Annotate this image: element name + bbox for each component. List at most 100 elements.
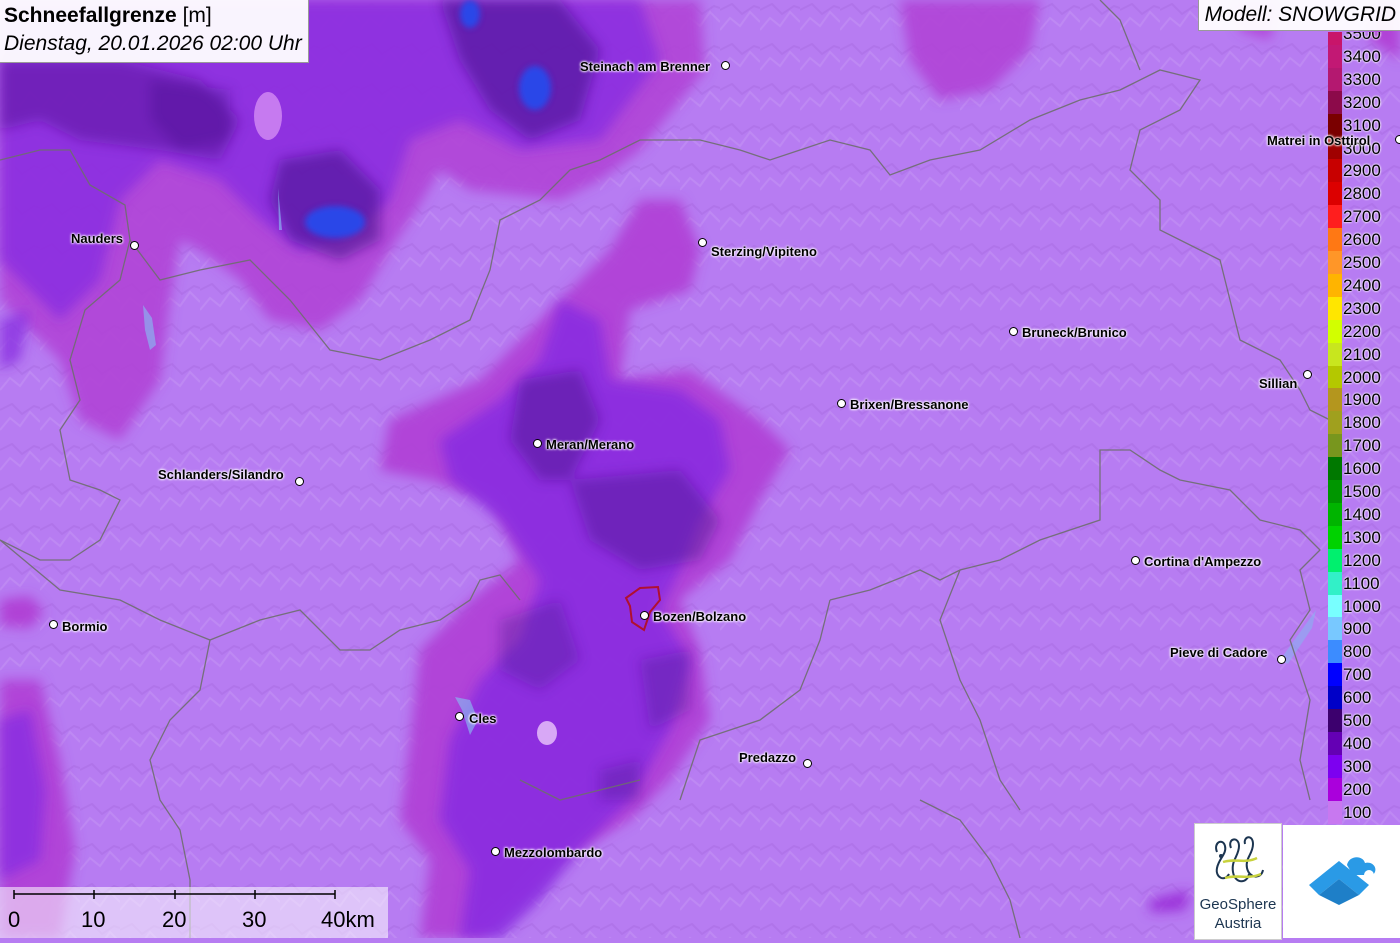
legend-swatch — [1328, 548, 1342, 572]
city-meran-label: Meran/Merano — [546, 437, 635, 452]
legend-value: 2300 — [1343, 298, 1381, 318]
legend-swatch — [1328, 502, 1342, 526]
legend-swatch — [1328, 594, 1342, 618]
city-pieve-marker[interactable] — [1277, 655, 1286, 664]
city-cles-marker[interactable] — [455, 712, 464, 721]
city-brixen-label: Brixen/Bressanone — [850, 397, 969, 412]
legend-swatch — [1328, 663, 1342, 687]
city-nauders-label: Nauders — [71, 231, 124, 246]
app-logo[interactable] — [1283, 825, 1400, 938]
city-cortina-label: Cortina d'Ampezzo — [1144, 554, 1262, 569]
legend-swatch — [1328, 273, 1342, 297]
map-title-box: Schneefallgrenze [m] Dienstag, 20.01.202… — [0, 0, 309, 63]
city-mezzolombardo-label: Mezzolombardo — [504, 845, 603, 860]
legend-swatch — [1328, 365, 1342, 389]
city-bormio-marker[interactable] — [49, 620, 58, 629]
legend-swatch — [1328, 480, 1342, 503]
legend-swatch — [1328, 571, 1342, 595]
legend-row: 1800 — [1328, 411, 1400, 435]
legend-row: 900 — [1328, 617, 1400, 641]
scale-bar: 0 10 20 30 40km — [0, 887, 388, 938]
legend-value: 200 — [1343, 779, 1372, 799]
legend-row: 400 — [1328, 731, 1400, 755]
legend-value: 600 — [1343, 688, 1372, 708]
title-main: Schneefallgrenze — [4, 4, 177, 27]
city-mezzolombardo-marker[interactable] — [491, 847, 500, 856]
legend-value: 300 — [1343, 756, 1372, 776]
city-schlanders-label: Schlanders/Silandro — [158, 467, 284, 482]
legend-row: 2500 — [1328, 251, 1400, 274]
legend-value: 3300 — [1343, 69, 1381, 89]
legend-swatch — [1328, 754, 1342, 778]
legend-value: 3500 — [1343, 32, 1381, 43]
legend-swatch — [1328, 67, 1342, 91]
city-nauders-marker[interactable] — [130, 241, 139, 250]
legend-value: 500 — [1343, 711, 1372, 730]
city-cortina-marker[interactable] — [1131, 556, 1140, 565]
legend-value: 800 — [1343, 642, 1372, 662]
city-steinach-marker[interactable] — [721, 61, 730, 70]
city-steinach-label: Steinach am Brenner — [580, 59, 711, 74]
legend-row: 1100 — [1328, 571, 1400, 595]
geosphere-emblem-icon — [1215, 836, 1264, 883]
legend-swatch — [1328, 159, 1342, 183]
legend-row: 3500 — [1328, 32, 1400, 45]
geosphere-logo[interactable]: GeoSphere Austria — [1194, 823, 1282, 940]
legend-swatch — [1328, 388, 1342, 412]
legend-row: 1500 — [1328, 480, 1400, 503]
legend-row: 600 — [1328, 686, 1400, 710]
legend-swatch — [1328, 525, 1342, 549]
legend-row: 200 — [1328, 777, 1400, 801]
legend-swatch — [1328, 228, 1342, 252]
legend-swatch — [1328, 777, 1342, 801]
legend-row: 2900 — [1328, 159, 1400, 183]
legend-row: 1600 — [1328, 457, 1400, 481]
cloud-arrow-icon — [1309, 857, 1376, 905]
legend-swatch — [1328, 296, 1342, 320]
scale-label-30: 30 — [242, 907, 267, 932]
legend-value: 1400 — [1343, 504, 1381, 524]
city-bormio-label: Bormio — [62, 619, 108, 634]
scale-label-40km: 40km — [321, 907, 375, 932]
legend-row: 1300 — [1328, 525, 1400, 549]
city-bruneck-marker[interactable] — [1009, 327, 1018, 336]
legend-row: 2400 — [1328, 273, 1400, 297]
legend-swatch — [1328, 342, 1342, 366]
city-predazzo-marker[interactable] — [803, 759, 812, 768]
city-brixen-marker[interactable] — [837, 399, 846, 408]
city-bruneck-label: Bruneck/Brunico — [1022, 325, 1127, 340]
legend-swatch — [1328, 686, 1342, 710]
city-sterzing-marker[interactable] — [698, 238, 707, 247]
city-sterzing-label: Sterzing/Vipiteno — [711, 244, 817, 259]
city-pieve-label: Pieve di Cadore — [1170, 645, 1268, 660]
legend-swatch — [1328, 457, 1342, 481]
legend-swatch — [1328, 617, 1342, 641]
legend-row: 300 — [1328, 754, 1400, 778]
logo-text-line1: GeoSphere — [1199, 896, 1277, 913]
legend-swatch — [1328, 182, 1342, 206]
legend-row: 1000 — [1328, 594, 1400, 618]
legend-value: 3400 — [1343, 46, 1381, 66]
map-datetime: Dienstag, 20.01.2026 02:00 Uhr — [4, 32, 302, 55]
model-label: Modell: SNOWGRID — [1197, 0, 1400, 31]
city-cles-label: Cles — [469, 711, 497, 726]
map-title: Schneefallgrenze [m] — [4, 2, 302, 30]
city-meran-marker[interactable] — [533, 439, 542, 448]
legend-swatch — [1328, 434, 1342, 458]
scale-label-20: 20 — [162, 907, 187, 932]
legend-value: 2400 — [1343, 275, 1381, 295]
city-matrei-marker[interactable] — [1395, 135, 1400, 144]
legend-swatch — [1328, 800, 1342, 824]
city-bozen-marker[interactable] — [640, 611, 649, 620]
city-sillian-label: Sillian — [1259, 376, 1298, 391]
legend-value: 100 — [1343, 802, 1372, 822]
legend-row: 100 — [1328, 800, 1400, 824]
legend-row: 2800 — [1328, 182, 1400, 206]
legend-value: 1200 — [1343, 550, 1381, 570]
city-schlanders-marker[interactable] — [295, 477, 304, 486]
legend-row: 800 — [1328, 640, 1400, 664]
legend-row: 1900 — [1328, 388, 1400, 412]
legend-swatch — [1328, 90, 1342, 114]
city-sillian-marker[interactable] — [1303, 370, 1312, 379]
legend-value: 2700 — [1343, 207, 1381, 227]
